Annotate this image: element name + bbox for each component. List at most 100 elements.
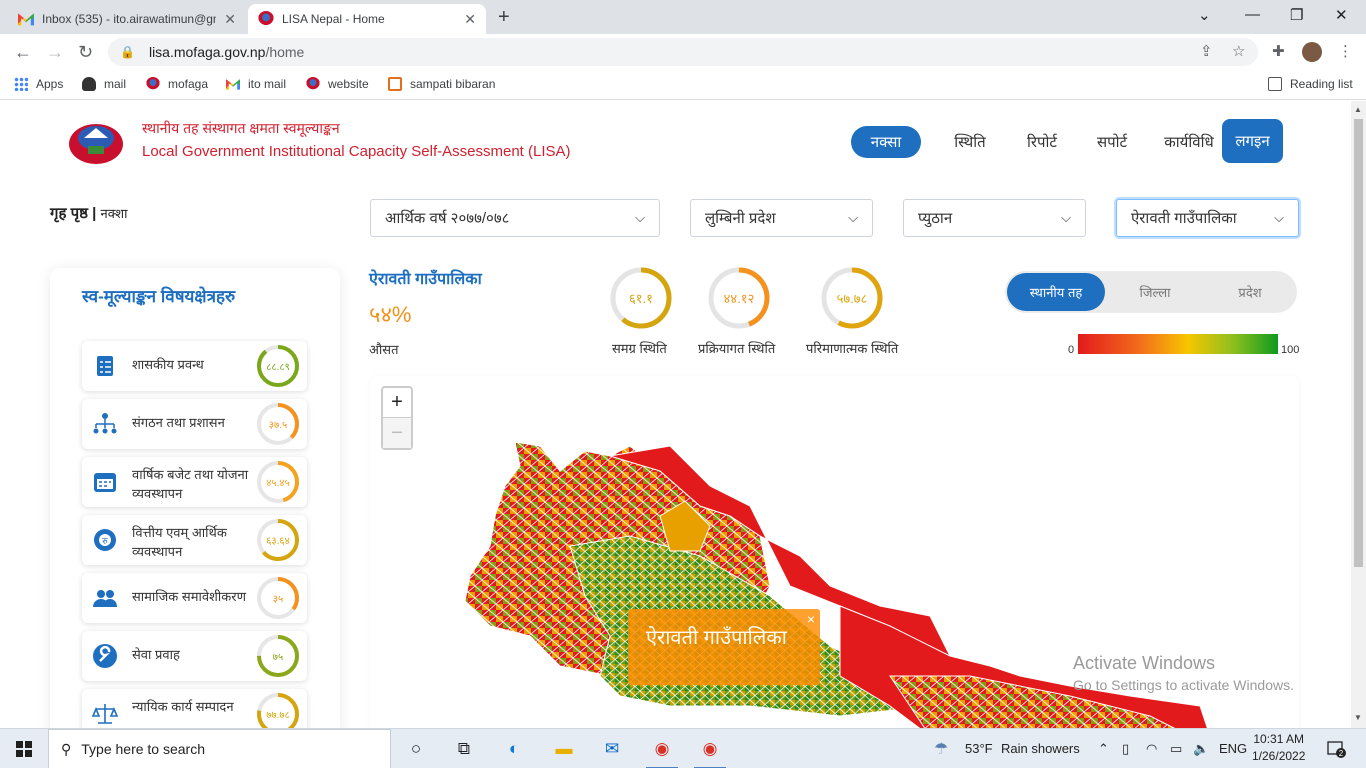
extensions-icon[interactable]: ✚ [1272, 42, 1285, 60]
bookmark-star-icon[interactable]: ☆ [1232, 42, 1245, 60]
site-title-english: Local Government Institutional Capacity … [142, 143, 571, 160]
finance-gear-icon: रु [92, 527, 118, 553]
assessment-area-card[interactable]: वार्षिक बजेट तथा योजना व्यवस्थापन ४५.४५ [82, 457, 307, 507]
panel-title: स्व-मूल्याङ्कन विषयक्षेत्रहरु [82, 287, 236, 306]
assessment-area-card[interactable]: संगठन तथा प्रशासन ३७.५ [82, 399, 307, 449]
close-window-icon[interactable]: ✕ [1335, 6, 1348, 24]
color-scale-legend [1078, 334, 1278, 354]
profile-avatar[interactable] [1302, 42, 1322, 62]
area-score-ring: ३५ [256, 576, 300, 620]
task-view-icon[interactable]: ⧉ [452, 737, 476, 761]
area-score-value: ६३.६४ [266, 536, 290, 547]
menu-icon[interactable]: ⋮ [1338, 42, 1353, 60]
tab-search-icon[interactable]: ⌄ [1198, 6, 1211, 24]
zoom-in-button[interactable]: + [383, 388, 411, 418]
weather-temp[interactable]: 53°F [965, 741, 993, 756]
bookmark-mail[interactable]: mail [82, 77, 126, 91]
tab-lisa[interactable]: LISA Nepal - Home ✕ [248, 4, 486, 34]
bookmark-website[interactable]: website [306, 77, 369, 91]
chrome-profile-icon[interactable]: ◉ [694, 737, 726, 768]
search-placeholder: Type here to search [81, 741, 206, 757]
scroll-up-icon[interactable]: ▲ [1354, 105, 1362, 114]
device-icon[interactable]: ▯ [1122, 741, 1129, 757]
org-chart-icon [92, 411, 118, 437]
breadcrumb-home[interactable]: गृह पृष्ठ [50, 205, 88, 222]
wrench-icon [92, 643, 118, 669]
assessment-area-card[interactable]: शासकीय प्रवन्ध ८८.८९ [82, 341, 307, 391]
forward-icon[interactable]: → [46, 42, 64, 63]
close-icon[interactable]: ✕ [464, 11, 476, 28]
nav-support[interactable]: सपोर्ट [1084, 126, 1140, 158]
address-bar[interactable]: 🔒 lisa.mofaga.gov.np/home [108, 38, 1258, 66]
taskbar-search-box[interactable]: ⚲ Type here to search [48, 729, 391, 768]
area-score-value: ८८.८९ [266, 362, 290, 373]
popup-close-icon[interactable]: × [807, 611, 815, 627]
maximize-icon[interactable]: ❐ [1290, 6, 1303, 24]
edge-icon[interactable]: ◐ [502, 737, 526, 761]
new-tab-icon[interactable]: + [498, 6, 510, 29]
assessment-area-card[interactable]: सेवा प्रवाह ७५ [82, 631, 307, 681]
nav-procedure[interactable]: कार्यविधि [1156, 126, 1222, 158]
language-indicator[interactable]: ENG [1219, 741, 1247, 756]
area-score-ring: ४५.४५ [256, 460, 300, 504]
area-score-value: ४५.४५ [266, 478, 290, 489]
battery-icon[interactable]: ▭ [1170, 741, 1182, 757]
bookmark-mofaga[interactable]: mofaga [146, 77, 208, 91]
reload-icon[interactable]: ↻ [78, 42, 93, 63]
tab-gmail[interactable]: Inbox (535) - ito.airawatimun@gm ✕ [8, 4, 246, 34]
share-icon[interactable]: ⇪ [1200, 42, 1213, 60]
legend-min: 0 [1068, 344, 1075, 356]
scroll-thumb[interactable] [1354, 119, 1363, 567]
volume-icon[interactable]: 🔈 [1193, 741, 1209, 757]
zoom-out-button[interactable]: − [383, 418, 411, 448]
area-score-ring: ७५ [256, 634, 300, 678]
bookmark-apps[interactable]: Apps [14, 77, 63, 91]
page-scrollbar[interactable]: ▲ ▼ [1351, 101, 1366, 728]
district-select[interactable]: प्युठान ⌵ [903, 199, 1086, 237]
cortana-icon[interactable]: ○ [404, 737, 428, 761]
notification-icon[interactable]: 2 [1326, 739, 1346, 759]
clock[interactable]: 10:31 AM 1/26/2022 [1252, 731, 1305, 765]
municipality-select[interactable]: ऐरावती गाउँपालिका ⌵ [1116, 199, 1299, 237]
back-icon[interactable]: ← [14, 42, 32, 63]
chevron-down-icon: ⌵ [1061, 210, 1071, 225]
minimize-icon[interactable]: — [1245, 6, 1260, 23]
search-icon: ⚲ [61, 740, 72, 757]
assessment-area-card[interactable]: सामाजिक समावेशीकरण ३५ [82, 573, 307, 623]
reading-list[interactable]: Reading list [1268, 77, 1353, 91]
assessment-area-card[interactable]: न्यायिक कार्य सम्पादन ७७.७८ [82, 689, 307, 728]
browser-toolbar: ← → ↻ 🔒 lisa.mofaga.gov.np/home ⇪ ☆ ✚ ⋮ [0, 34, 1366, 70]
fiscal-year-select[interactable]: आर्थिक वर्ष २०७७/०७८ ⌵ [370, 199, 660, 237]
weather-text[interactable]: Rain showers [1001, 741, 1080, 756]
login-button[interactable]: लगइन [1222, 119, 1283, 163]
scroll-down-icon[interactable]: ▼ [1354, 713, 1362, 722]
bookmark-ito-mail[interactable]: ito mail [226, 77, 286, 91]
nav-status[interactable]: स्थिति [942, 126, 998, 158]
bookmark-label: ito mail [248, 77, 287, 91]
mail-icon [82, 77, 96, 91]
windows-start-icon[interactable] [16, 741, 32, 757]
nepal-emblem-icon [146, 77, 160, 91]
province-select[interactable]: लुम्बिनी प्रदेश ⌵ [690, 199, 873, 237]
clock-date: 1/26/2022 [1252, 749, 1306, 763]
average-percent: ५४% [369, 302, 412, 327]
mail-app-icon[interactable]: ✉ [600, 737, 624, 761]
wifi-icon[interactable]: ◠ [1146, 741, 1157, 757]
bookmark-label: sampati bibaran [410, 77, 496, 91]
scales-icon [91, 701, 119, 727]
bookmark-sampati[interactable]: sampati bibaran [388, 77, 495, 91]
weather-icon[interactable]: ☂ [934, 739, 948, 759]
file-explorer-icon[interactable]: ▬ [552, 737, 576, 761]
bookmark-label: mofaga [168, 77, 209, 91]
toggle-district[interactable]: जिल्ला [1107, 271, 1203, 313]
nav-map[interactable]: नक्सा [851, 126, 921, 158]
gauge-value: ५७.७८ [836, 291, 868, 306]
toggle-province[interactable]: प्रदेश [1203, 271, 1297, 313]
assessment-area-card[interactable]: रु वित्तीय एवम् आर्थिक व्यवस्थापन ६३.६४ [82, 515, 307, 565]
toggle-local-level[interactable]: स्थानीय तह [1007, 273, 1105, 311]
close-icon[interactable]: ✕ [224, 11, 236, 28]
nav-report[interactable]: रिपोर्ट [1014, 126, 1070, 158]
chevron-up-icon[interactable]: ⌃ [1098, 741, 1109, 757]
chrome-icon[interactable]: ◉ [646, 737, 678, 768]
tab-title: Inbox (535) - ito.airawatimun@gm [42, 12, 217, 26]
